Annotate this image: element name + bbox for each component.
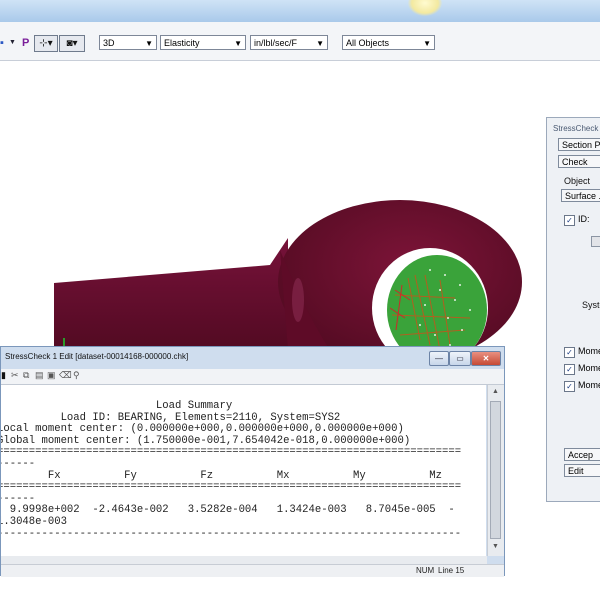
edit-toolbar: ▮ ✂ ⧉ ▤ ▣ ⌫ ⚲ — [1, 369, 504, 385]
toolbar: ▪ ▼ P ⊹▾ ◙▾ 3D ▼ Elasticity ▼ in/lbl/sec/F… — [0, 22, 600, 61]
id-option-box[interactable] — [591, 236, 600, 247]
object-select[interactable]: Surface .. — [561, 189, 600, 202]
status-bar: NUM Line 15 — [1, 564, 504, 577]
mode-select[interactable]: Check — [558, 155, 600, 168]
scroll-up-icon[interactable]: ▲ — [492, 388, 499, 395]
object-label: Object — [564, 176, 591, 186]
edit-text-area[interactable]: Load Summary Load ID: BEARING, Elements=… — [1, 385, 486, 556]
moment-checkbox-3[interactable]: ✓ — [564, 381, 575, 392]
accept-button[interactable]: Accep — [564, 448, 600, 461]
properties-panel: StressCheck I Section Pro Check Object S… — [546, 117, 600, 502]
copy-icon[interactable]: ⧉ — [23, 370, 29, 381]
scroll-down-icon[interactable]: ▼ — [492, 543, 499, 550]
view-dropdown-icon[interactable]: ▼ — [9, 36, 16, 50]
moment-label-1: Mome — [578, 346, 600, 356]
chevron-down-icon: ▼ — [234, 39, 242, 48]
moment-label-2: Mome — [578, 363, 600, 373]
line-indicator: Line 15 — [438, 566, 465, 575]
edit-window: StressCheck 1 Edit [dataset-00014168-000… — [0, 346, 505, 577]
id-checkbox[interactable]: ✓ — [564, 215, 575, 226]
edit-button[interactable]: Edit — [564, 464, 600, 477]
panel-title: StressCheck I — [553, 124, 600, 133]
app-title-bar — [0, 0, 600, 23]
cut-icon[interactable]: ✂ — [11, 370, 19, 381]
display-tool-button[interactable]: ◙▾ — [59, 35, 85, 52]
chevron-down-icon: ▼ — [423, 39, 431, 48]
moment-checkbox-2[interactable]: ✓ — [564, 364, 575, 375]
moment-label-3: Mome — [578, 380, 600, 390]
chevron-down-icon: ▼ — [145, 39, 153, 48]
save-icon[interactable]: ▮ — [1, 370, 6, 381]
view-mode-select[interactable]: 3D ▼ — [99, 35, 157, 50]
units-value: in/lbl/sec/F — [254, 38, 298, 48]
horizontal-scrollbar[interactable] — [1, 556, 487, 564]
minimize-button[interactable]: — — [429, 351, 449, 366]
find-icon[interactable]: ⚲ — [73, 370, 80, 381]
view-mode-value: 3D — [103, 38, 115, 48]
cursor-highlight — [408, 0, 442, 16]
model-viewport[interactable] — [0, 80, 546, 350]
system-label: Syste — [582, 300, 600, 310]
num-lock-indicator: NUM — [416, 566, 435, 575]
p-label[interactable]: P — [22, 36, 29, 50]
id-label: ID: — [578, 214, 590, 224]
close-button[interactable]: ✕ — [471, 351, 501, 366]
object-filter-value: All Objects — [346, 38, 390, 48]
chevron-down-icon: ▼ — [316, 39, 324, 48]
moment-checkbox-1[interactable]: ✓ — [564, 347, 575, 358]
units-select[interactable]: in/lbl/sec/F ▼ — [250, 35, 328, 50]
view-icon[interactable]: ▪ — [0, 36, 4, 50]
vertical-scrollbar[interactable]: ▲ ▼ — [487, 385, 504, 556]
paste-icon[interactable]: ▤ — [35, 370, 44, 381]
load-summary-text: Load Summary Load ID: BEARING, Elements=… — [1, 400, 462, 540]
object-filter-select[interactable]: All Objects ▼ — [342, 35, 435, 50]
scroll-thumb[interactable] — [490, 401, 501, 539]
edit-window-title: StressCheck 1 Edit [dataset-00014168-000… — [5, 352, 189, 361]
maximize-button[interactable]: ▭ — [449, 351, 471, 366]
select-tool-button[interactable]: ⊹▾ — [34, 35, 58, 52]
delete-icon[interactable]: ⌫ — [59, 370, 72, 381]
analysis-value: Elasticity — [164, 38, 200, 48]
print-icon[interactable]: ▣ — [47, 370, 56, 381]
section-properties-button[interactable]: Section Pro — [558, 138, 600, 151]
analysis-select[interactable]: Elasticity ▼ — [160, 35, 246, 50]
